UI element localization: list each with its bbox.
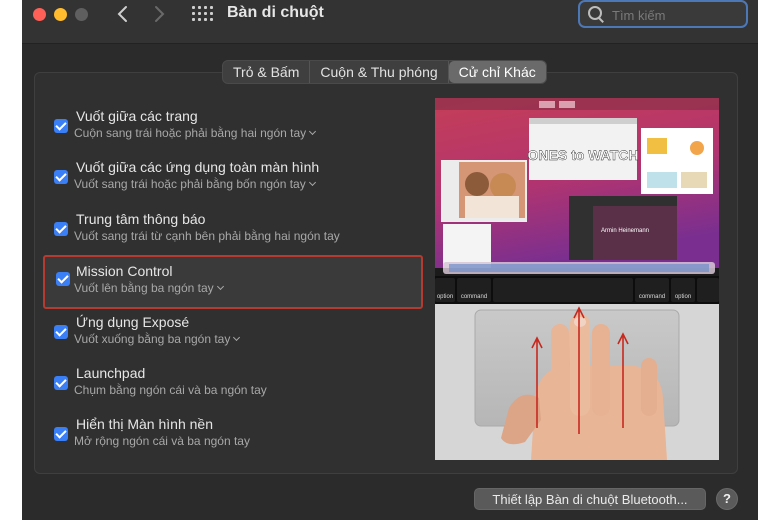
photo-image xyxy=(465,196,519,218)
option-show-desktop: Hiển thị Màn hình nền Mở rộng ngón cái v… xyxy=(52,416,422,462)
mail-window xyxy=(443,224,491,268)
help-button[interactable]: ? xyxy=(716,488,738,510)
chevron-left-icon xyxy=(117,6,127,22)
option-title: Hiển thị Màn hình nền xyxy=(76,416,213,432)
back-button[interactable] xyxy=(112,3,134,25)
key-label: option xyxy=(675,294,691,300)
photo-image xyxy=(490,173,516,199)
checkbox-show-desktop[interactable] xyxy=(54,427,68,441)
checkbox-mission-control[interactable] xyxy=(56,272,70,286)
option-subtitle: Mở rộng ngón cái và ba ngón tay xyxy=(74,434,250,448)
minimize-window-button[interactable] xyxy=(54,8,67,21)
arrow-key xyxy=(697,278,719,302)
checkbox-launchpad[interactable] xyxy=(54,376,68,390)
title-bar: Bàn di chuột xyxy=(22,0,758,44)
option-gesture-dropdown[interactable]: Vuốt lên bằng ba ngón tay xyxy=(74,281,224,295)
tab-scroll-zoom[interactable]: Cuộn & Thu phóng xyxy=(310,61,449,83)
finger-ring xyxy=(592,324,610,416)
option-title: Ứng dụng Exposé xyxy=(76,314,190,330)
calendar-widget xyxy=(690,141,704,155)
chevron-down-icon xyxy=(216,282,224,291)
checkbox-app-expose[interactable] xyxy=(54,325,68,339)
option-gesture-dropdown[interactable]: Vuốt sang trái hoặc phải bằng bốn ngón t… xyxy=(74,177,316,191)
space-thumbnail xyxy=(539,101,555,108)
finger-index xyxy=(551,324,569,416)
chevron-down-icon xyxy=(309,127,317,136)
mission-control-illustration: ONES to WATCH Armin Heinemann command op… xyxy=(435,98,719,460)
key-label: command xyxy=(461,294,487,300)
tab-point-click[interactable]: Trỏ & Bấm xyxy=(223,61,311,83)
option-gesture-dropdown[interactable]: Cuộn sang trái hoặc phải bằng hai ngón t… xyxy=(74,126,317,140)
chevron-down-icon xyxy=(308,178,316,187)
fingernail xyxy=(574,317,586,327)
calendar-widget xyxy=(647,138,667,154)
finger-middle xyxy=(570,314,590,416)
chevron-right-icon xyxy=(155,6,165,22)
checkbox-swipe-between-fullscreen-apps[interactable] xyxy=(54,170,68,184)
profile-name: Armin Heinemann xyxy=(601,228,649,234)
gesture-preview-video: ONES to WATCH Armin Heinemann command op… xyxy=(435,98,719,460)
option-notification-center: Trung tâm thông báo Vuốt sang trái từ cạ… xyxy=(52,211,422,257)
zoom-window-button[interactable] xyxy=(75,8,88,21)
news-heading: ONES to WATCH xyxy=(528,147,639,163)
calendar-widget xyxy=(681,172,707,188)
spacebar-key xyxy=(493,278,633,302)
dock-icons xyxy=(449,264,709,272)
option-swipe-between-fullscreen-apps: Vuốt giữa các ứng dụng toàn màn hình Vuố… xyxy=(52,159,422,205)
chevron-down-icon xyxy=(233,333,241,342)
search-field[interactable] xyxy=(578,0,748,28)
tab-more-gestures[interactable]: Cử chỉ Khác xyxy=(448,61,546,83)
option-subtitle: Vuốt sang trái từ cạnh bên phải bằng hai… xyxy=(74,229,340,243)
show-all-grid-icon[interactable] xyxy=(192,6,213,22)
news-hero-image xyxy=(529,118,637,124)
option-title: Launchpad xyxy=(76,365,146,381)
option-subtitle: Cuộn sang trái hoặc phải bằng hai ngón t… xyxy=(74,126,307,140)
option-subtitle: Vuốt sang trái hoặc phải bằng bốn ngón t… xyxy=(74,177,306,191)
search-icon xyxy=(588,6,604,22)
tab-bar: Trỏ & Bấm Cuộn & Thu phóng Cử chỉ Khác xyxy=(222,60,547,84)
search-input[interactable] xyxy=(612,6,740,24)
checkbox-swipe-between-pages[interactable] xyxy=(54,119,68,133)
photo-image xyxy=(465,172,489,196)
window-title: Bàn di chuột xyxy=(227,4,324,21)
preferences-window: Bàn di chuột Trỏ & Bấm Cuộn & Thu phóng … xyxy=(22,0,758,520)
option-title: Vuốt giữa các trang xyxy=(76,108,198,124)
option-swipe-between-pages: Vuốt giữa các trang Cuộn sang trái hoặc … xyxy=(52,108,422,154)
option-launchpad: Launchpad Chụm bằng ngón cái và ba ngón … xyxy=(52,365,422,411)
option-title: Trung tâm thông báo xyxy=(76,211,206,227)
space-thumbnail xyxy=(559,101,575,108)
option-subtitle: Vuốt lên bằng ba ngón tay xyxy=(74,281,214,295)
option-title: Vuốt giữa các ứng dụng toàn màn hình xyxy=(76,159,320,175)
option-subtitle: Vuốt xuống bằng ba ngón tay xyxy=(74,332,231,346)
checkbox-notification-center[interactable] xyxy=(54,222,68,236)
forward-button[interactable] xyxy=(148,3,170,25)
option-app-expose: Ứng dụng Exposé Vuốt xuống bằng ba ngón … xyxy=(52,314,422,360)
setup-bluetooth-trackpad-button[interactable]: Thiết lập Bàn di chuột Bluetooth... xyxy=(474,488,706,510)
key-label: option xyxy=(437,294,453,300)
close-window-button[interactable] xyxy=(33,8,46,21)
option-mission-control: Mission Control Vuốt lên bằng ba ngón ta… xyxy=(43,255,423,309)
calendar-widget xyxy=(647,172,677,188)
finger-pinky xyxy=(641,358,657,416)
option-gesture-dropdown[interactable]: Vuốt xuống bằng ba ngón tay xyxy=(74,332,241,346)
option-title: Mission Control xyxy=(76,263,173,279)
key-label: command xyxy=(639,294,665,300)
option-subtitle: Chụm bằng ngón cái và ba ngón tay xyxy=(74,383,267,397)
spaces-bar xyxy=(435,98,719,110)
